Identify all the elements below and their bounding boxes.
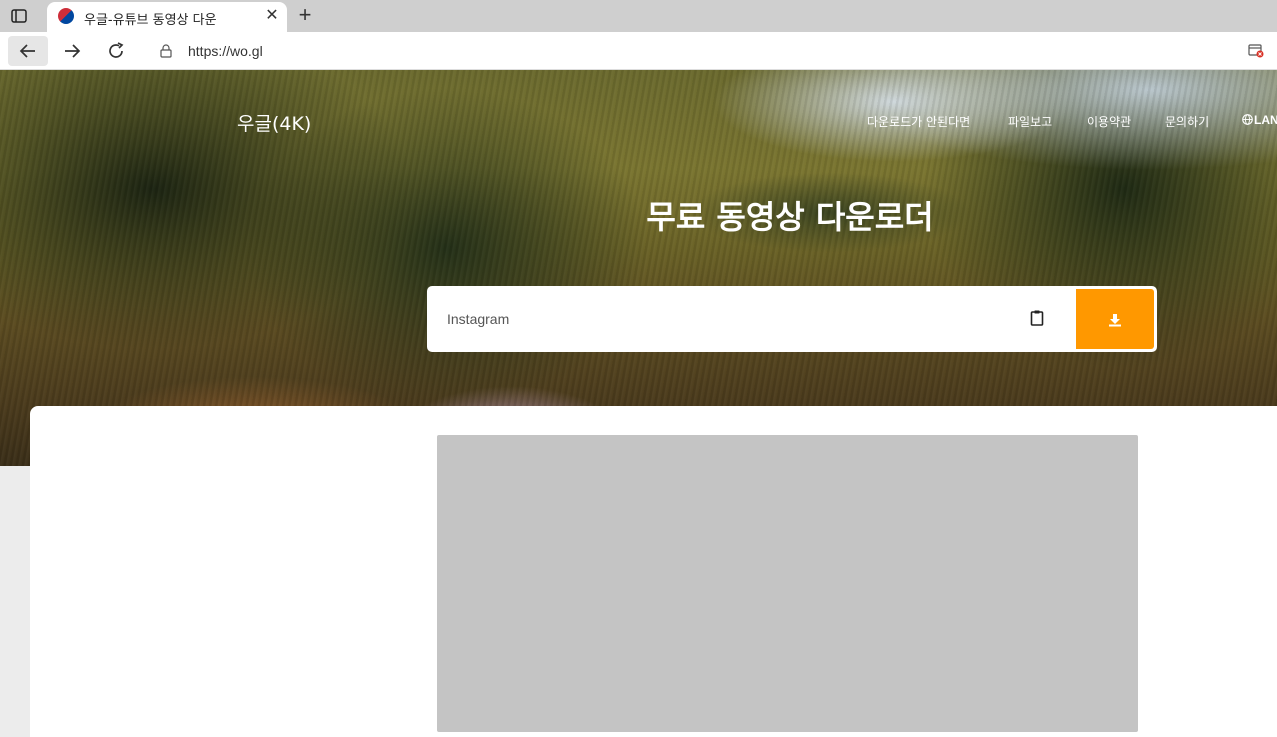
page-title: 무료 동영상 다운로더 — [646, 198, 934, 236]
reload-button[interactable] — [96, 36, 136, 66]
url-search-form — [427, 286, 1157, 352]
site-permissions-icon[interactable] — [1248, 44, 1264, 58]
ad-placeholder — [437, 435, 1138, 732]
forward-button[interactable] — [52, 36, 92, 66]
nav-item-terms[interactable]: 이용약관 — [1087, 113, 1131, 130]
close-tab-icon[interactable]: ✕ — [263, 7, 281, 25]
download-button[interactable] — [1076, 289, 1154, 349]
url-text: https://wo.gl — [188, 43, 263, 59]
clipboard-paste-icon[interactable] — [1027, 308, 1047, 328]
tab-actions-icon[interactable] — [10, 7, 28, 25]
korea-flag-icon — [58, 8, 74, 24]
nav-item-file-view[interactable]: 파일보고 — [1008, 113, 1052, 130]
content-card — [30, 406, 1277, 737]
web-page: 우글(4K) 다운로드가 안된다면 파일보고 이용약관 문의하기 LAN 무료 … — [0, 70, 1277, 737]
back-arrow-icon — [19, 44, 35, 58]
url-field[interactable]: https://wo.gl — [144, 36, 1270, 66]
browser-tab[interactable]: 우글-유튜브 동영상 다운 ✕ — [47, 2, 287, 32]
site-logo[interactable]: 우글(4K) — [237, 109, 311, 136]
browser-address-bar: https://wo.gl — [0, 32, 1277, 70]
tab-title: 우글-유튜브 동영상 다운 — [84, 13, 217, 28]
reload-icon — [109, 42, 124, 58]
video-url-input[interactable] — [427, 286, 1017, 352]
nav-item-download-help[interactable]: 다운로드가 안된다면 — [867, 113, 970, 130]
nav-item-contact[interactable]: 문의하기 — [1165, 113, 1209, 130]
language-label: LAN — [1254, 113, 1277, 127]
download-icon — [1109, 314, 1121, 327]
back-button[interactable] — [8, 36, 48, 66]
forward-arrow-icon — [65, 44, 81, 58]
new-tab-button[interactable]: + — [294, 4, 316, 27]
language-selector[interactable]: LAN — [1242, 113, 1277, 127]
lock-icon[interactable] — [160, 44, 172, 58]
globe-icon — [1242, 114, 1253, 125]
browser-tab-bar: 우글-유튜브 동영상 다운 ✕ + — [0, 0, 1277, 32]
